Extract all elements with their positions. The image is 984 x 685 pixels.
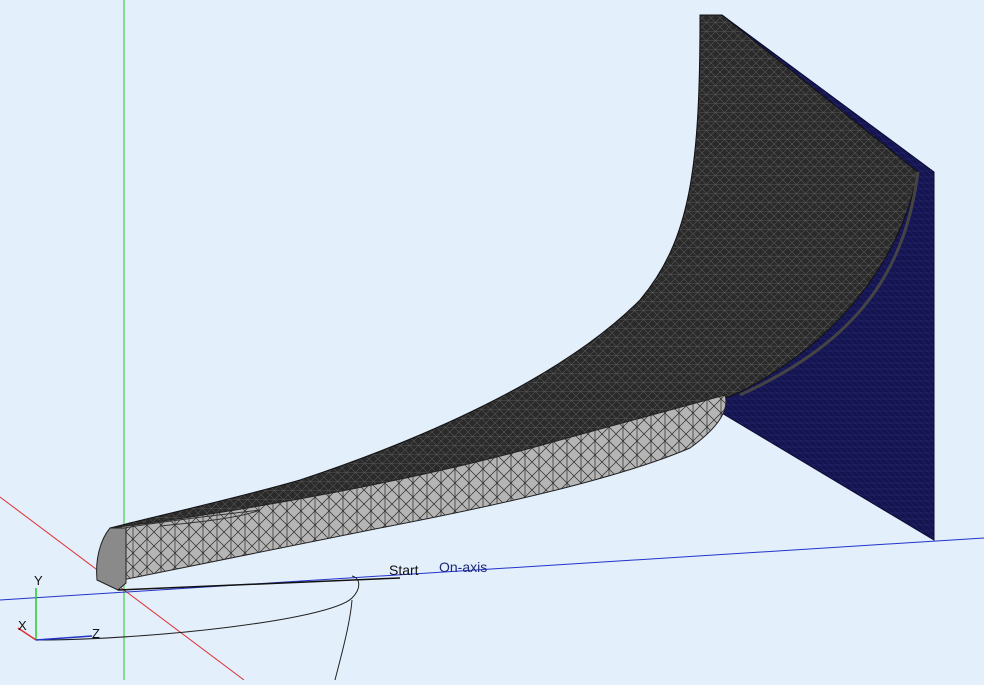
horn-nose-cap-mesh[interactable] [96,527,127,591]
triad-x-label: X [18,618,27,633]
on-axis-label: On-axis [439,559,487,575]
polar-arc [35,575,360,681]
orientation-triad: Y X Z [17,573,100,641]
scene-canvas[interactable]: Start On-axis Y X Z [0,0,984,681]
triad-y-label: Y [34,573,43,588]
3d-viewport[interactable]: Start On-axis Y X Z [0,0,984,681]
start-label: Start [389,562,419,578]
horn-base-band-mesh[interactable] [109,394,727,583]
triad-z-label: Z [92,626,100,641]
